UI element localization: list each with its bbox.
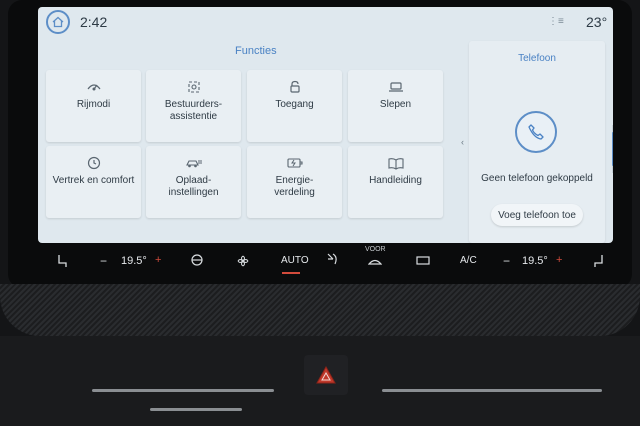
temp-up-left-button[interactable]: + — [155, 254, 161, 266]
scroll-left-icon[interactable]: ‹ — [461, 137, 464, 147]
tile-label: Energie- verdeling — [274, 175, 315, 198]
home-icon — [52, 16, 64, 28]
temp-down-right-button[interactable]: − — [503, 254, 510, 268]
auto-button[interactable]: AUTO — [281, 255, 309, 266]
lock-icon — [289, 79, 301, 95]
clock-icon — [87, 155, 101, 171]
tile-energieverdeling[interactable]: Energie- verdeling — [247, 146, 342, 218]
energy-icon — [286, 155, 303, 171]
right-vent — [382, 389, 602, 392]
tile-label: Oplaad- instellingen — [168, 175, 219, 198]
dashboard-trim — [0, 284, 640, 336]
tow-icon — [388, 79, 404, 95]
fan-icon[interactable] — [236, 254, 250, 268]
tile-label: Handleiding — [369, 175, 422, 186]
phone-card: Telefoon Geen telefoon gekoppeld Voeg te… — [469, 41, 605, 243]
phone-title: Telefoon — [518, 53, 556, 64]
phone-icon — [528, 124, 544, 140]
tile-rijmodi[interactable]: Rijmodi — [46, 70, 141, 142]
temp-down-left-button[interactable]: − — [100, 254, 107, 268]
airflow-icon[interactable] — [325, 251, 341, 267]
manual-icon — [387, 155, 404, 171]
add-phone-button[interactable]: Voeg telefoon toe — [491, 204, 583, 226]
rear-defrost-icon[interactable] — [416, 256, 430, 266]
tile-label: Rijmodi — [76, 99, 111, 110]
tile-bestuurdersassistentie[interactable]: Bestuurders- assistentie — [146, 70, 241, 142]
left-vent-lower — [150, 408, 242, 411]
temp-up-right-button[interactable]: + — [556, 254, 562, 266]
seat-heat-left-icon[interactable] — [56, 254, 68, 268]
tile-label: Slepen — [379, 99, 412, 110]
charging-icon — [185, 155, 203, 171]
hazard-icon — [316, 365, 336, 384]
tile-oplaadinstellingen[interactable]: Oplaad- instellingen — [146, 146, 241, 218]
functions-title: Functies — [235, 45, 277, 57]
tile-label: Toegang — [275, 99, 314, 110]
left-temperature: 19.5° — [121, 255, 147, 267]
outside-temperature: 23° — [586, 14, 608, 30]
ac-button[interactable]: A/C — [460, 255, 477, 266]
clock: 2:42 — [80, 14, 108, 30]
front-defrost-icon[interactable] — [368, 256, 382, 266]
left-vent — [92, 389, 274, 392]
phone-connect-button[interactable] — [515, 111, 557, 153]
tile-slepen[interactable]: Slepen — [348, 70, 443, 142]
tile-label: Vertrek en comfort — [52, 175, 135, 186]
signal-icon: ⋮≡ — [548, 16, 564, 27]
tile-handleiding[interactable]: Handleiding — [348, 146, 443, 218]
right-temperature: 19.5° — [522, 255, 548, 267]
page-indicator — [612, 132, 613, 166]
driver-assist-icon — [187, 79, 201, 95]
home-button[interactable] — [46, 10, 70, 34]
tile-label: Bestuurders- assistentie — [164, 99, 223, 122]
infotainment-screen: 2:42 ⋮≡ 23° Functies Rijmodi Bestuurders… — [38, 7, 613, 243]
tile-toegang[interactable]: Toegang — [247, 70, 342, 142]
hazard-button[interactable] — [304, 355, 348, 395]
climate-bar: − 19.5° + AUTO VOOR A/C − 19.5° + — [38, 245, 613, 281]
status-bar: 2:42 ⋮≡ 23° — [38, 7, 613, 37]
auto-indicator — [282, 272, 300, 274]
tile-vertrek-en-comfort[interactable]: Vertrek en comfort — [46, 146, 141, 218]
front-defrost-label: VOOR — [365, 246, 386, 253]
seat-heat-right-icon[interactable] — [593, 254, 605, 268]
phone-status: Geen telefoon gekoppeld — [481, 173, 593, 184]
steering-heat-icon[interactable] — [190, 254, 204, 266]
drive-mode-icon — [86, 79, 102, 95]
